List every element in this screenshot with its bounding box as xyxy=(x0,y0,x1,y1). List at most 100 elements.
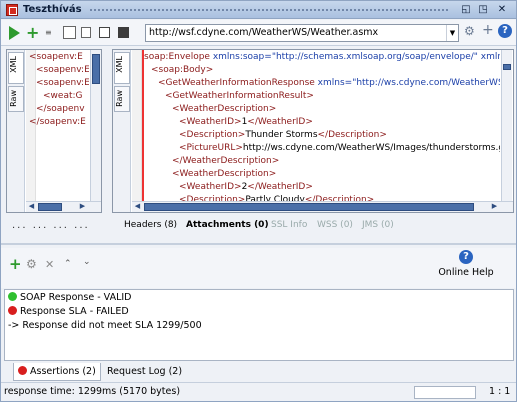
failed-icon xyxy=(18,366,27,375)
endpoint-url-value: http://wsf.cdyne.com/WeatherWS/Weather.a… xyxy=(149,27,379,38)
xml-line: </soapenv xyxy=(36,104,85,114)
fold-gutter xyxy=(132,50,142,212)
scroll-right-icon[interactable]: ▶ xyxy=(490,202,499,211)
response-editor[interactable]: XML Raw soap:Envelope xmlns:soap="http:/… xyxy=(112,49,514,213)
request-xml[interactable]: <soapenv:E <soapenv:E <soapenv:E <weat:G </s… xyxy=(29,51,89,129)
xml-text: Thunder Storms xyxy=(245,130,318,140)
xml-line: <soapenv:E xyxy=(36,78,89,88)
scroll-thumb[interactable] xyxy=(503,64,511,70)
xml-tag: <WeatherDescription> xyxy=(172,169,277,179)
assertion-detail: -> Response did not meet SLA 1299/500 xyxy=(8,320,202,331)
xml-line: <PictureURL>http://ws.cdyne.com/WeatherW… xyxy=(144,142,500,155)
xml-endtag: </WeatherID> xyxy=(247,117,313,127)
add-assertion-icon[interactable]: + xyxy=(9,257,22,272)
response-time: response time: 1299ms (5170 bytes) xyxy=(4,386,181,397)
scroll-left-icon[interactable]: ◀ xyxy=(133,202,142,211)
response-vscroll[interactable] xyxy=(501,50,512,202)
xml-line: <weat:G xyxy=(43,91,83,101)
assertions-list[interactable]: SOAP Response - VALID Response SLA - FAI… xyxy=(4,289,514,361)
assertions-toolbar: + ⚙ ✕ ⌃ ⌄ ? Online Help xyxy=(1,248,516,288)
xml-line: <GetWeatherInformationResult> xyxy=(144,90,500,103)
chevron-down-icon[interactable]: ▼ xyxy=(446,25,458,41)
response-xml[interactable]: soap:Envelope xmlns:soap="http://schemas… xyxy=(144,51,500,201)
request-editor[interactable]: XML Raw <soapenv:E <soapenv:E <soapenv:E <w… xyxy=(6,49,102,213)
xml-tag: </WeatherDescription> xyxy=(172,156,280,166)
xml-attr: xmlns:soap= xyxy=(209,52,272,62)
xml-line: <WeatherID>2</WeatherID> xyxy=(144,181,500,194)
online-help-label: Online Help xyxy=(438,267,494,278)
tab-raw[interactable]: Raw xyxy=(114,86,130,112)
remove-icon[interactable]: ✕ xyxy=(45,258,54,271)
run-button[interactable] xyxy=(9,26,22,40)
close-icon[interactable]: ✕ xyxy=(496,4,508,16)
play-icon xyxy=(9,26,20,40)
hscroll-thumb[interactable] xyxy=(144,203,474,211)
window-title: Teszthívás xyxy=(23,4,82,15)
online-help-button[interactable]: ? Online Help xyxy=(436,250,496,278)
request-hscroll[interactable]: ◀ ▶ xyxy=(26,201,101,212)
tab-headers[interactable]: Headers (8) xyxy=(124,220,177,230)
tab-attachments[interactable]: Attachments (0) xyxy=(186,220,269,230)
settings-icon[interactable]: ⚙ xyxy=(464,25,477,38)
detach-icon[interactable]: ◳ xyxy=(477,4,489,16)
page-icon[interactable] xyxy=(81,27,91,38)
help-icon: ? xyxy=(459,250,473,264)
request-vscroll[interactable] xyxy=(90,50,101,202)
tab-raw[interactable]: Raw xyxy=(8,86,24,112)
title-grip xyxy=(89,8,449,12)
xml-val: "http://schemas.xmlsoap.org/soap/envelop… xyxy=(271,52,478,62)
assertion-failed[interactable]: Response SLA - FAILED xyxy=(8,305,510,319)
square-icon[interactable] xyxy=(99,27,110,38)
hscroll-thumb[interactable] xyxy=(38,203,62,211)
status-ok-icon xyxy=(8,292,17,301)
scroll-left-icon[interactable]: ◀ xyxy=(27,202,36,211)
scroll-right-icon[interactable]: ▶ xyxy=(78,202,87,211)
image-icon[interactable] xyxy=(63,26,76,39)
response-hscroll[interactable]: ◀ ▶ xyxy=(132,201,513,212)
xml-tag: <WeatherDescription> xyxy=(172,104,277,114)
tab-ssl-info[interactable]: SSL Info xyxy=(271,220,307,230)
tab-request-log[interactable]: Request Log (2) xyxy=(103,363,186,381)
request-tabs-collapsed[interactable]: ... ... ... ... xyxy=(12,220,90,231)
tab-jms[interactable]: JMS (0) xyxy=(362,220,394,230)
xml-line: soap:Envelope xmlns:soap="http://schemas… xyxy=(144,51,500,64)
move-up-icon[interactable]: ⌃ xyxy=(64,258,72,271)
status-bar: response time: 1299ms (5170 bytes) 1 : 1 xyxy=(1,382,516,401)
tab-wss[interactable]: WSS (0) xyxy=(317,220,353,230)
splitter[interactable] xyxy=(1,243,516,245)
tab-xml[interactable]: XML xyxy=(8,52,24,84)
xml-tag: <Description> xyxy=(179,130,246,140)
scroll-thumb[interactable] xyxy=(92,54,100,84)
endpoint-url-select[interactable]: http://wsf.cdyne.com/WeatherWS/Weather.a… xyxy=(145,24,459,42)
xml-line: <Description>Thunder Storms</Description… xyxy=(144,129,500,142)
assertion-log-tabs: Assertions (2) Request Log (2) xyxy=(1,362,516,382)
response-tab-bar: Headers (8) Attachments (0) SSL Info WSS… xyxy=(124,220,514,234)
assertion-valid[interactable]: SOAP Response - VALID xyxy=(8,291,510,305)
xml-tag: <GetWeatherInformationResult> xyxy=(165,91,314,101)
xml-line: <WeatherDescription> xyxy=(144,103,500,116)
add-icon[interactable]: + xyxy=(482,23,495,37)
move-down-icon[interactable]: ⌄ xyxy=(83,256,91,269)
xml-tag: soap:Envelope xyxy=(144,52,210,62)
progress-box xyxy=(414,386,476,399)
response-view-tabs: XML Raw xyxy=(113,50,131,212)
tab-xml[interactable]: XML xyxy=(114,52,130,84)
xml-endtag: </Description> xyxy=(317,130,387,140)
xml-val: "http://ws.cdyne.com/WeatherWS/" xyxy=(352,78,500,88)
tab-assertions[interactable]: Assertions (2) xyxy=(13,363,101,381)
xml-tag: <soap:Body> xyxy=(151,65,214,75)
xml-line: <soapenv:E xyxy=(36,65,89,75)
xml-line: <WeatherID>1</WeatherID> xyxy=(144,116,500,129)
cursor-position: 1 : 1 xyxy=(489,386,511,397)
add-assertion-button[interactable]: + xyxy=(26,25,39,41)
help-icon[interactable]: ? xyxy=(498,24,512,38)
xml-attr: xmlns= xyxy=(314,78,353,88)
xml-line: <Description>Partly Cloudy</Description> xyxy=(144,194,500,201)
xml-line: </WeatherDescription> xyxy=(144,155,500,168)
undock-icon[interactable]: ◱ xyxy=(460,4,472,16)
configure-icon[interactable]: ⚙ xyxy=(26,258,37,271)
xml-tag: <GetWeatherInformationResponse xyxy=(158,78,315,88)
format-icon[interactable]: ≡ xyxy=(45,26,58,39)
stop-icon[interactable] xyxy=(118,27,129,38)
xml-rest: xmlns:xsi= xyxy=(480,52,500,62)
